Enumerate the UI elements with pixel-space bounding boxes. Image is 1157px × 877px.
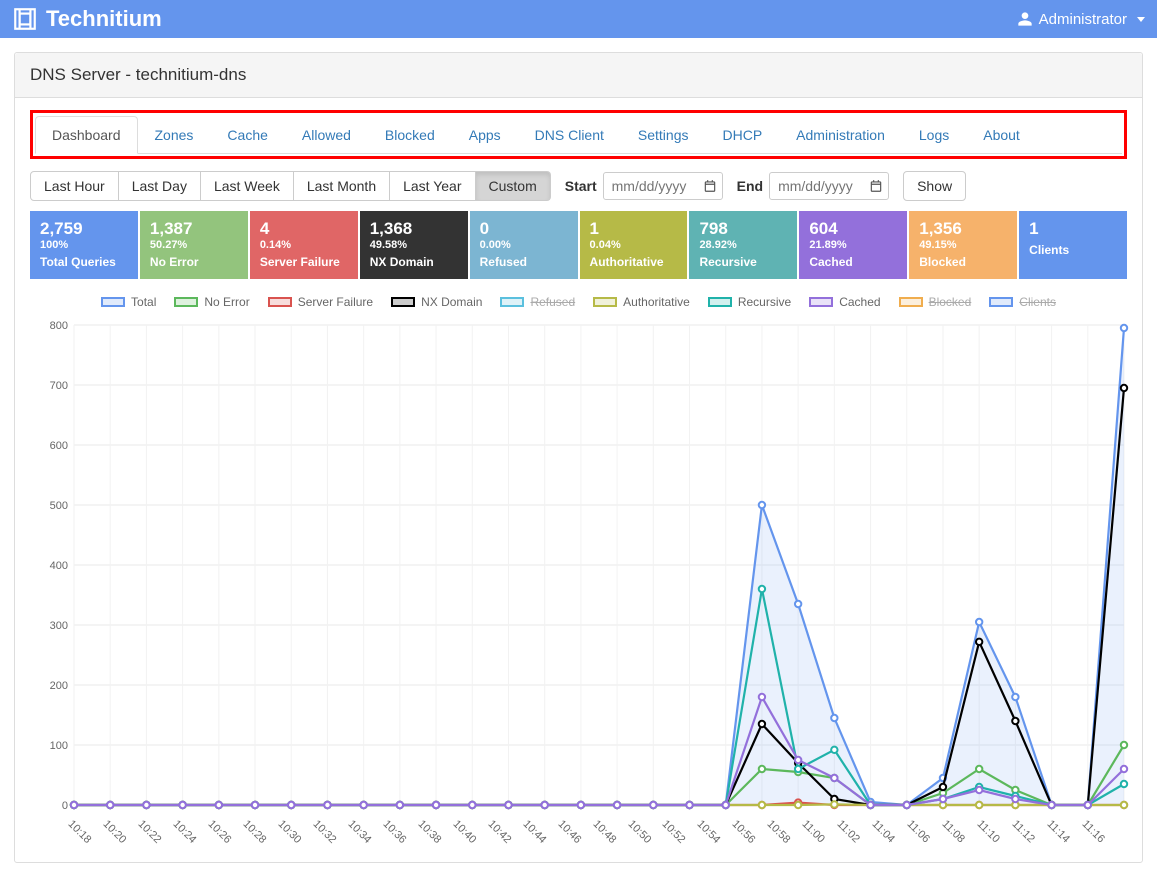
- legend-blocked[interactable]: Blocked: [899, 295, 972, 309]
- tab-zones[interactable]: Zones: [138, 116, 211, 154]
- svg-text:300: 300: [50, 620, 68, 632]
- end-date-input[interactable]: [769, 172, 889, 200]
- chart-canvas: 0 100 200 300 400 500 600 700 800: [34, 315, 1134, 815]
- tab-about[interactable]: About: [966, 116, 1037, 154]
- legend-nx-domain[interactable]: NX Domain: [391, 295, 482, 309]
- range-last-day[interactable]: Last Day: [119, 171, 201, 201]
- legend-recursive[interactable]: Recursive: [708, 295, 791, 309]
- tab-allowed[interactable]: Allowed: [285, 116, 368, 154]
- legend-total[interactable]: Total: [101, 295, 156, 309]
- stat-card-total-queries[interactable]: 2,759100%Total Queries: [30, 211, 138, 279]
- svg-text:500: 500: [50, 500, 68, 512]
- start-label: Start: [565, 178, 597, 194]
- tab-administration[interactable]: Administration: [779, 116, 902, 154]
- stat-card-cached[interactable]: 60421.89%Cached: [799, 211, 907, 279]
- legend-authoritative[interactable]: Authoritative: [593, 295, 690, 309]
- chart: Total No Error Server Failure NX Domain Refu…: [34, 291, 1123, 848]
- svg-text:100: 100: [50, 740, 68, 752]
- range-last-week[interactable]: Last Week: [201, 171, 294, 201]
- tab-settings[interactable]: Settings: [621, 116, 706, 154]
- svg-text:600: 600: [50, 440, 68, 452]
- end-label: End: [737, 178, 763, 194]
- svg-text:800: 800: [50, 320, 68, 332]
- show-button[interactable]: Show: [903, 171, 966, 201]
- svg-text:700: 700: [50, 380, 68, 392]
- panel-title: DNS Server - technitium-dns: [15, 53, 1142, 98]
- stat-cards: 2,759100%Total Queries1,38750.27%No Erro…: [30, 211, 1127, 279]
- main-panel: DNS Server - technitium-dns DashboardZon…: [14, 52, 1143, 863]
- tab-logs[interactable]: Logs: [902, 116, 966, 154]
- brand-text: Technitium: [46, 6, 162, 32]
- stat-card-clients[interactable]: 1Clients: [1019, 211, 1127, 279]
- tab-blocked[interactable]: Blocked: [368, 116, 452, 154]
- range-last-hour[interactable]: Last Hour: [30, 171, 119, 201]
- legend-clients[interactable]: Clients: [989, 295, 1056, 309]
- chart-legend: Total No Error Server Failure NX Domain Refu…: [34, 291, 1123, 315]
- user-name: Administrator: [1039, 11, 1127, 28]
- range-last-month[interactable]: Last Month: [294, 171, 390, 201]
- tab-cache[interactable]: Cache: [210, 116, 284, 154]
- legend-cached[interactable]: Cached: [809, 295, 880, 309]
- legend-server-failure[interactable]: Server Failure: [268, 295, 373, 309]
- user-menu[interactable]: Administrator: [1017, 11, 1145, 28]
- stat-card-refused[interactable]: 00.00%Refused: [470, 211, 578, 279]
- svg-text:200: 200: [50, 680, 68, 692]
- range-toolbar: Last HourLast DayLast WeekLast MonthLast…: [30, 171, 1127, 201]
- tab-dhcp[interactable]: DHCP: [706, 116, 780, 154]
- stat-card-nx-domain[interactable]: 1,36849.58%NX Domain: [360, 211, 468, 279]
- stat-card-blocked[interactable]: 1,35649.15%Blocked: [909, 211, 1017, 279]
- stat-card-no-error[interactable]: 1,38750.27%No Error: [140, 211, 248, 279]
- stat-card-recursive[interactable]: 79828.92%Recursive: [689, 211, 797, 279]
- legend-no-error[interactable]: No Error: [174, 295, 249, 309]
- logo-icon: [12, 6, 38, 32]
- tab-dashboard[interactable]: Dashboard: [35, 116, 138, 154]
- range-last-year[interactable]: Last Year: [390, 171, 475, 201]
- brand[interactable]: Technitium: [12, 6, 162, 32]
- x-axis-labels: 10:1810:2010:2210:2410:2610:2810:3010:32…: [34, 818, 1123, 848]
- tab-dns-client[interactable]: DNS Client: [518, 116, 621, 154]
- svg-text:0: 0: [62, 800, 68, 812]
- range-button-group: Last HourLast DayLast WeekLast MonthLast…: [30, 171, 551, 201]
- range-custom[interactable]: Custom: [476, 171, 551, 201]
- stat-card-server-failure[interactable]: 40.14%Server Failure: [250, 211, 358, 279]
- main-tabs: DashboardZonesCacheAllowedBlockedAppsDNS…: [35, 115, 1122, 154]
- chevron-down-icon: [1137, 17, 1145, 22]
- user-icon: [1017, 11, 1033, 27]
- top-bar: Technitium Administrator: [0, 0, 1157, 38]
- legend-refused[interactable]: Refused: [500, 295, 575, 309]
- start-date-input[interactable]: [603, 172, 723, 200]
- tab-apps[interactable]: Apps: [452, 116, 518, 154]
- svg-text:400: 400: [50, 560, 68, 572]
- tabs-highlight: DashboardZonesCacheAllowedBlockedAppsDNS…: [30, 110, 1127, 159]
- stat-card-authoritative[interactable]: 10.04%Authoritative: [580, 211, 688, 279]
